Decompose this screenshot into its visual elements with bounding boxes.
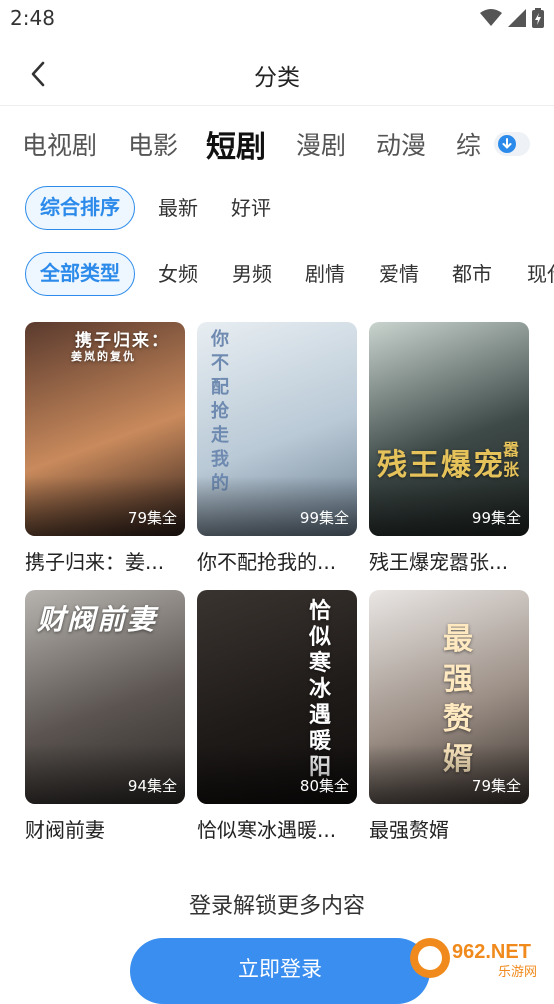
type-romance[interactable]: 爱情 [379,252,419,296]
category-tabs: 电视剧 电影 短剧 漫剧 动漫 综 [0,112,554,176]
drama-poster[interactable]: 携子归来： 姜岚的复仇 79集全 [25,322,185,536]
drama-poster[interactable]: 恰似寒冰遇暖阳 80集全 [197,590,357,804]
login-button[interactable]: 立即登录 [130,938,430,1004]
login-prompt: 登录解锁更多内容 [188,894,365,919]
drama-poster[interactable]: 最强赘婿 79集全 [369,590,529,804]
drama-title[interactable]: 恰似寒冰遇暖... [197,814,357,843]
type-filter-row: 全部类型 女频 男频 剧情 爱情 都市 现代 [0,252,554,298]
type-plot[interactable]: 剧情 [305,252,345,296]
type-modern[interactable]: 现代 [527,252,554,296]
watermark-subtext: 乐游网 [498,965,537,980]
drama-poster[interactable]: 残王爆宠 嚣张 99集全 [369,322,529,536]
sort-filter-row: 综合排序 最新 好评 [0,186,554,232]
drama-title[interactable]: 财阀前妻 [25,814,185,843]
wifi-icon [480,9,502,26]
episode-count: 79集全 [471,777,521,795]
signal-icon [508,9,526,27]
type-all[interactable]: 全部类型 [25,252,135,296]
episode-count: 99集全 [471,509,521,527]
episode-count: 80集全 [299,777,349,795]
status-icons [480,8,544,28]
tab-tv-series[interactable]: 电视剧 [22,126,97,162]
tab-anime[interactable]: 动漫 [376,126,426,162]
watermark-text: 962.NET [452,941,531,963]
poster-title-text: 你不配抢走我的 [211,329,231,494]
poster-subtitle-text: 嚣张 [503,440,522,479]
site-watermark: 962.NET 乐游网 [406,934,546,982]
drama-card[interactable]: 残王爆宠 嚣张 99集全 残王爆宠嚣张... [369,322,529,575]
type-urban[interactable]: 都市 [452,252,492,296]
episode-count: 94集全 [127,777,177,795]
poster-subtitle-text: 姜岚的复仇 [71,350,136,363]
tab-comic-drama[interactable]: 漫剧 [296,126,346,162]
type-male[interactable]: 男频 [232,252,272,296]
drama-title[interactable]: 最强赘婿 [369,814,529,843]
page-title: 分类 [254,65,300,91]
tab-movie[interactable]: 电影 [128,126,178,162]
episode-count: 79集全 [127,509,177,527]
status-time: 2:48 [10,6,55,30]
drama-poster[interactable]: 你不配抢走我的 99集全 [197,322,357,536]
drama-poster[interactable]: 财阀前妻 94集全 [25,590,185,804]
more-tabs-button[interactable] [494,132,530,156]
type-female[interactable]: 女频 [158,252,198,296]
status-bar: 2:48 [0,0,554,38]
battery-icon [532,8,544,28]
drama-card[interactable]: 恰似寒冰遇暖阳 80集全 恰似寒冰遇暖... [197,590,357,843]
drama-card[interactable]: 财阀前妻 94集全 财阀前妻 [25,590,185,843]
drama-card[interactable]: 你不配抢走我的 99集全 你不配抢我的... [197,322,357,575]
sort-top-rated[interactable]: 好评 [231,186,271,230]
drama-card[interactable]: 携子归来： 姜岚的复仇 79集全 携子归来：姜... [25,322,185,575]
tab-short-drama[interactable]: 短剧 [206,122,266,166]
drama-title[interactable]: 残王爆宠嚣张... [369,546,529,575]
episode-count: 99集全 [299,509,349,527]
nav-bar: 分类 [0,42,554,106]
drama-title[interactable]: 你不配抢我的... [197,546,357,575]
poster-title-text: 财阀前妻 [37,603,158,636]
drama-title[interactable]: 携子归来：姜... [25,546,185,575]
arrow-down-circle-icon [498,135,516,153]
sort-newest[interactable]: 最新 [158,186,198,230]
sort-comprehensive[interactable]: 综合排序 [25,186,135,230]
drama-card[interactable]: 最强赘婿 79集全 最强赘婿 [369,590,529,843]
